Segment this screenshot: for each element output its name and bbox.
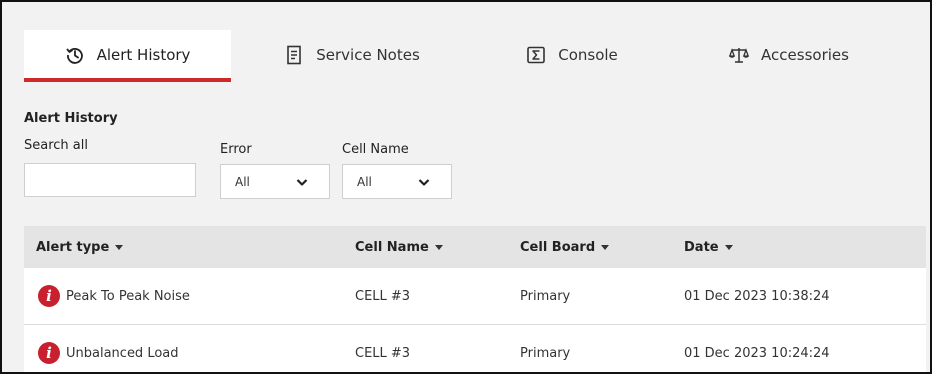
column-header-label: Date [684,239,719,255]
column-header-cell-name[interactable]: Cell Name [355,226,443,268]
tab-label: Alert History [96,46,191,64]
cell-name-text: CELL #3 [355,288,411,304]
sort-caret-icon [724,244,733,250]
alert-table: Alert type Cell Name Cell Board Date i P… [24,226,926,372]
table-header: Alert type Cell Name Cell Board Date [24,226,926,268]
error-filter-label: Error [220,142,252,157]
column-header-label: Cell Board [520,239,596,255]
column-header-date[interactable]: Date [684,226,733,268]
date-text: 01 Dec 2023 10:38:24 [684,288,830,304]
tab-service-notes[interactable]: Service Notes [272,30,432,80]
history-icon [65,45,85,65]
error-filter-value: All [235,174,250,189]
alert-history-panel: Alert History Service Notes Console Acce… [0,0,932,374]
tab-label: Accessories [761,46,849,64]
column-header-label: Alert type [36,239,110,255]
info-alert-icon: i [38,285,60,307]
cell-name-filter-value: All [357,174,372,189]
tab-alert-history[interactable]: Alert History [24,30,231,80]
column-header-label: Cell Name [355,239,429,255]
tab-bar: Alert History Service Notes Console Acce… [24,30,904,84]
sort-caret-icon [115,244,124,250]
tab-label: Console [558,46,618,64]
error-filter-select[interactable]: All [220,164,330,199]
chevron-down-icon [295,175,309,189]
info-alert-icon: i [38,342,60,364]
date-text: 01 Dec 2023 10:24:24 [684,345,830,361]
document-icon [284,45,304,65]
alert-type-cell: i Peak To Peak Noise [38,268,190,324]
cell-name-text: CELL #3 [355,345,411,361]
chevron-down-icon [417,175,431,189]
cell-name-filter-select[interactable]: All [342,164,452,199]
cell-board-text: Primary [520,345,571,361]
search-input[interactable] [24,163,196,197]
section-title: Alert History [24,111,118,126]
cell-name-filter-label: Cell Name [342,142,409,157]
sort-caret-icon [601,244,610,250]
console-icon [526,45,546,65]
tab-console[interactable]: Console [502,30,642,80]
tab-accessories[interactable]: Accessories [704,30,874,80]
balance-scale-icon [729,45,750,65]
alert-type-text: Peak To Peak Noise [66,288,190,304]
table-row[interactable]: i Peak To Peak Noise CELL #3 Primary 01 … [24,268,926,325]
table-row[interactable]: i Unbalanced Load CELL #3 Primary 01 Dec… [24,325,926,372]
cell-board-text: Primary [520,288,571,304]
alert-type-cell: i Unbalanced Load [38,325,179,372]
search-label: Search all [24,138,88,153]
active-tab-indicator [24,78,231,82]
sort-caret-icon [434,244,443,250]
alert-type-text: Unbalanced Load [66,345,179,361]
column-header-alert-type[interactable]: Alert type [36,226,124,268]
tab-label: Service Notes [316,46,420,64]
column-header-cell-board[interactable]: Cell Board [520,226,610,268]
